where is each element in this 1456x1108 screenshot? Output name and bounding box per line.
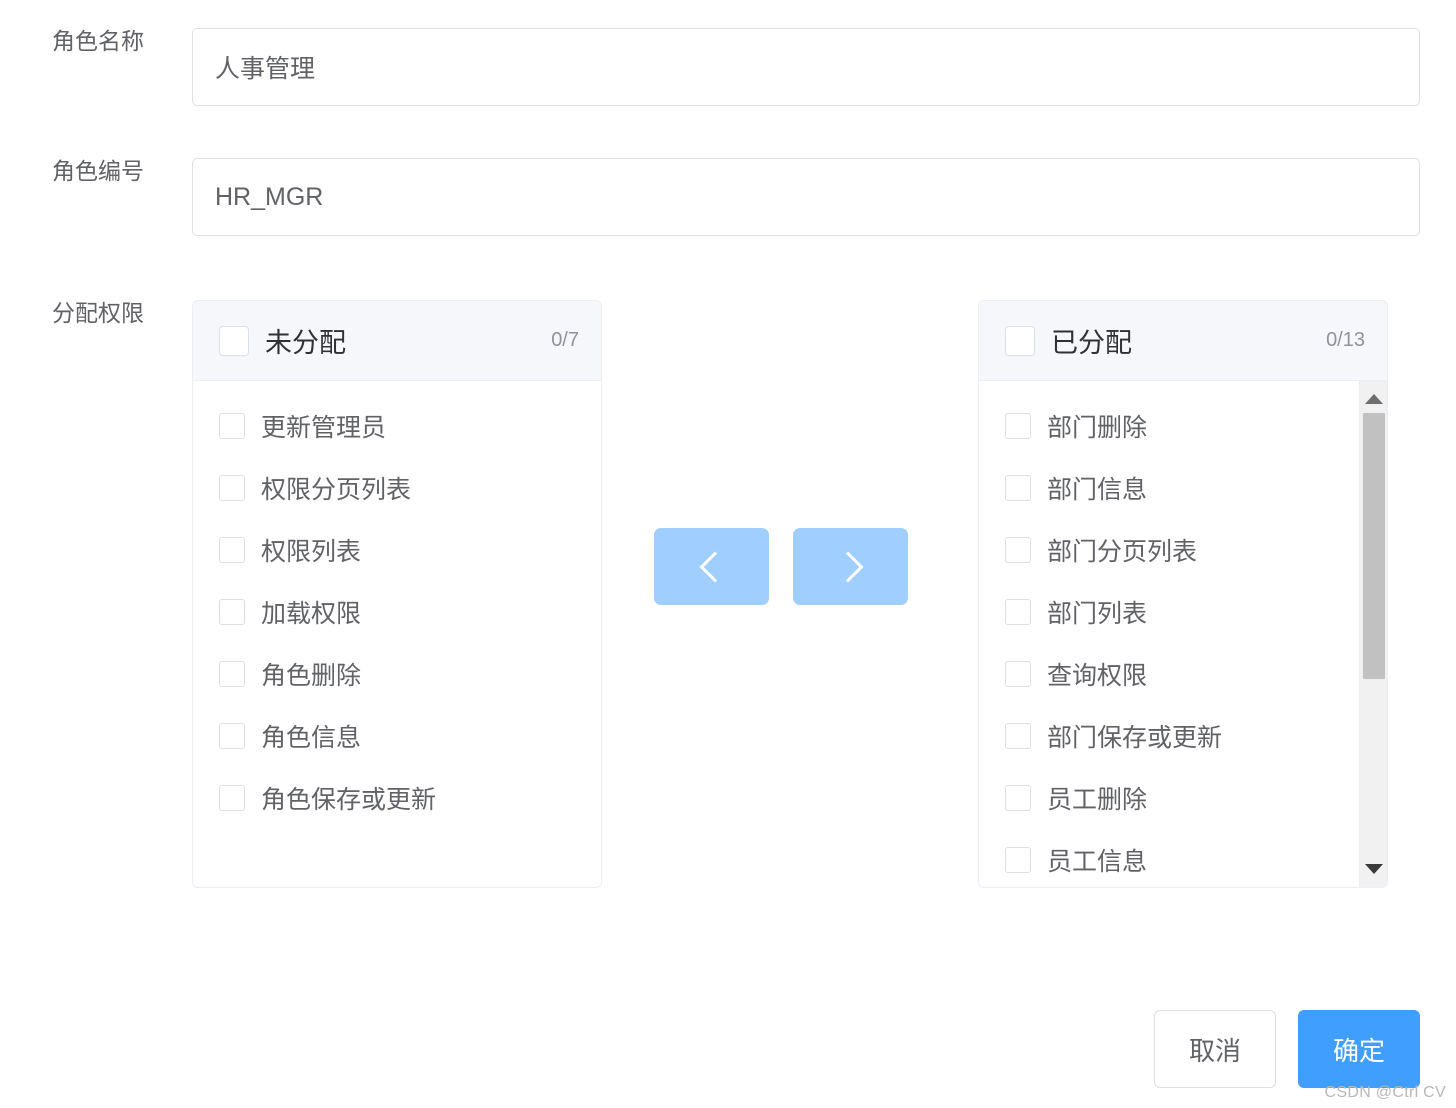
permission-label: 部门保存或更新 xyxy=(1047,724,1223,752)
role-name-value: 人事管理 xyxy=(215,55,316,83)
list-item[interactable]: 部门保存或更新 xyxy=(979,705,1387,767)
unassigned-permission-list: 更新管理员 权限分页列表 权限列表 加载权限 角色删除 角色信息 角色保存或更新 xyxy=(193,381,601,829)
list-item[interactable]: 部门列表 xyxy=(979,581,1387,643)
permission-label: 角色保存或更新 xyxy=(261,786,437,814)
list-item[interactable]: 角色保存或更新 xyxy=(193,767,601,829)
list-item[interactable]: 员工删除 xyxy=(979,767,1387,829)
permission-checkbox[interactable] xyxy=(1005,599,1031,625)
role-code-input[interactable]: HR_MGR xyxy=(192,158,1420,236)
permission-label: 查询权限 xyxy=(1047,662,1148,690)
scroll-up-arrow-icon[interactable] xyxy=(1360,385,1387,413)
role-code-value: HR_MGR xyxy=(215,182,324,211)
permission-checkbox[interactable] xyxy=(1005,537,1031,563)
permission-label: 部门信息 xyxy=(1047,476,1148,504)
list-item[interactable]: 更新管理员 xyxy=(193,395,601,457)
permission-transfer: 未分配 0/7 更新管理员 权限分页列表 权限列表 加载权限 角色删除 角色信息… xyxy=(192,300,1420,890)
list-item[interactable]: 部门分页列表 xyxy=(979,519,1387,581)
assigned-panel-count: 0/13 xyxy=(1326,329,1365,351)
permission-label: 部门列表 xyxy=(1047,600,1148,628)
unassigned-panel-header[interactable]: 未分配 0/7 xyxy=(193,301,601,381)
unassigned-select-all-checkbox[interactable] xyxy=(219,325,249,356)
role-edit-dialog: 角色名称 人事管理 角色编号 HR_MGR 分配权限 未分配 0/7 更新管理员… xyxy=(0,0,1456,1108)
assigned-panel-header[interactable]: 已分配 0/13 xyxy=(979,301,1387,381)
permission-checkbox[interactable] xyxy=(1005,785,1031,811)
role-name-label: 角色名称 xyxy=(52,28,144,54)
transfer-panel-assigned: 已分配 0/13 部门删除 部门信息 部门分页列表 部门列表 查询权限 部门保存… xyxy=(978,300,1388,888)
unassigned-panel-title: 未分配 xyxy=(265,328,346,358)
assign-permissions-label: 分配权限 xyxy=(52,300,144,326)
list-item[interactable]: 权限列表 xyxy=(193,519,601,581)
permission-label: 更新管理员 xyxy=(261,414,387,442)
assigned-select-all-checkbox[interactable] xyxy=(1005,325,1035,356)
role-name-input[interactable]: 人事管理 xyxy=(192,28,1420,106)
transfer-button-group xyxy=(654,528,908,605)
permission-label: 角色信息 xyxy=(261,724,362,752)
unassigned-panel-body: 更新管理员 权限分页列表 权限列表 加载权限 角色删除 角色信息 角色保存或更新 xyxy=(193,381,601,887)
permission-label: 部门删除 xyxy=(1047,414,1148,442)
permission-checkbox[interactable] xyxy=(1005,661,1031,687)
list-item[interactable]: 角色信息 xyxy=(193,705,601,767)
list-item[interactable]: 权限分页列表 xyxy=(193,457,601,519)
permission-checkbox[interactable] xyxy=(1005,847,1031,873)
list-item[interactable]: 加载权限 xyxy=(193,581,601,643)
dialog-footer: 取消 确定 xyxy=(1153,1010,1420,1088)
permission-checkbox[interactable] xyxy=(219,475,245,501)
assigned-list-scrollbar[interactable] xyxy=(1359,381,1387,887)
permission-checkbox[interactable] xyxy=(219,413,245,439)
permission-checkbox[interactable] xyxy=(219,723,245,749)
transfer-to-left-button[interactable] xyxy=(654,528,769,605)
assigned-permission-list: 部门删除 部门信息 部门分页列表 部门列表 查询权限 部门保存或更新 员工删除 … xyxy=(979,381,1387,887)
role-code-label: 角色编号 xyxy=(52,158,144,184)
permission-label: 权限分页列表 xyxy=(261,476,412,504)
form-row-role-name: 角色名称 人事管理 xyxy=(52,28,1420,106)
assigned-panel-body: 部门删除 部门信息 部门分页列表 部门列表 查询权限 部门保存或更新 员工删除 … xyxy=(979,381,1387,887)
permission-label: 加载权限 xyxy=(261,600,362,628)
chevron-left-icon xyxy=(698,550,731,583)
permission-label: 员工信息 xyxy=(1047,848,1148,876)
list-item[interactable]: 部门信息 xyxy=(979,457,1387,519)
permission-checkbox[interactable] xyxy=(219,537,245,563)
transfer-panel-unassigned: 未分配 0/7 更新管理员 权限分页列表 权限列表 加载权限 角色删除 角色信息… xyxy=(192,300,602,888)
permission-checkbox[interactable] xyxy=(219,785,245,811)
scrollbar-thumb[interactable] xyxy=(1363,413,1385,679)
permission-label: 权限列表 xyxy=(261,538,362,566)
permission-checkbox[interactable] xyxy=(219,661,245,687)
form-row-assign-permissions: 分配权限 未分配 0/7 更新管理员 权限分页列表 权限列表 加载权限 角色删除… xyxy=(52,300,1420,890)
permission-checkbox[interactable] xyxy=(1005,475,1031,501)
assigned-panel-title: 已分配 xyxy=(1051,328,1132,358)
form-row-role-code: 角色编号 HR_MGR xyxy=(52,158,1420,236)
list-item[interactable]: 角色删除 xyxy=(193,643,601,705)
permission-label: 角色删除 xyxy=(261,662,362,690)
scroll-down-arrow-icon[interactable] xyxy=(1360,855,1387,883)
permission-checkbox[interactable] xyxy=(219,599,245,625)
permission-checkbox[interactable] xyxy=(1005,413,1031,439)
permission-label: 部门分页列表 xyxy=(1047,538,1198,566)
list-item[interactable]: 查询权限 xyxy=(979,643,1387,705)
permission-label: 员工删除 xyxy=(1047,786,1148,814)
list-item[interactable]: 部门删除 xyxy=(979,395,1387,457)
unassigned-panel-count: 0/7 xyxy=(551,329,579,351)
watermark: CSDN @Ctrl CV xyxy=(1324,1084,1446,1101)
chevron-right-icon xyxy=(831,550,864,583)
confirm-button[interactable]: 确定 xyxy=(1297,1010,1420,1088)
transfer-to-right-button[interactable] xyxy=(793,528,908,605)
permission-checkbox[interactable] xyxy=(1005,723,1031,749)
cancel-button[interactable]: 取消 xyxy=(1153,1010,1276,1088)
list-item[interactable]: 员工信息 xyxy=(979,829,1387,887)
